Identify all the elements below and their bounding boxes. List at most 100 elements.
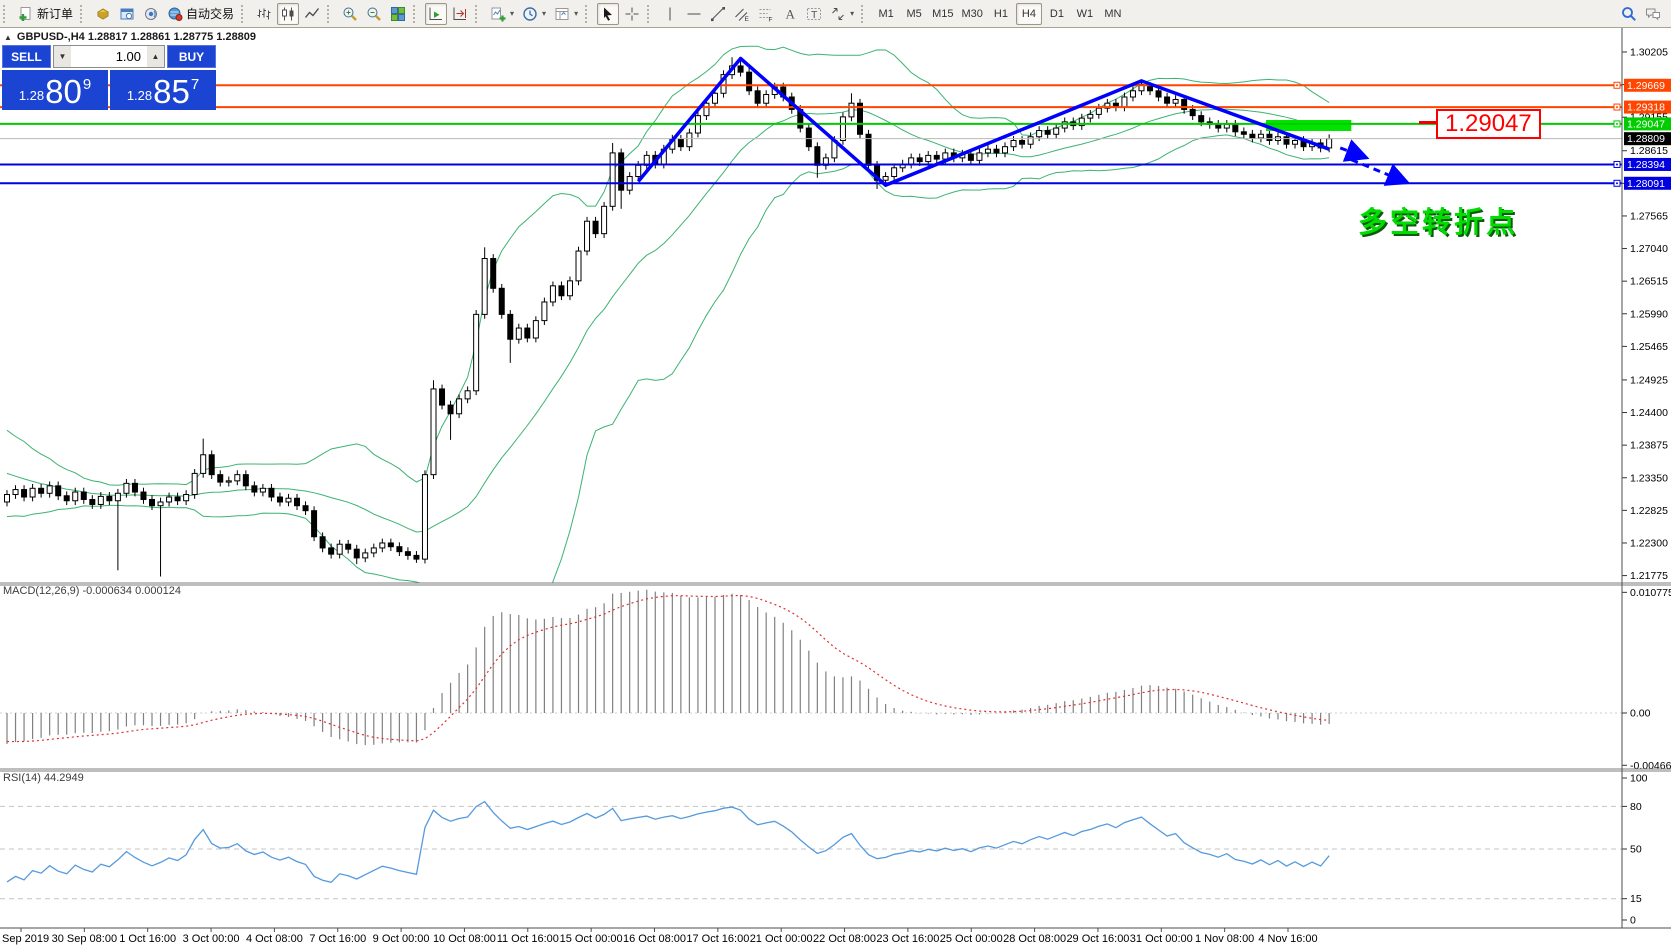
timeframe-toolbar: M1 M5 M15 M30 H1 H4 D1 W1 MN bbox=[858, 0, 1127, 27]
templates-button[interactable]: ▾ bbox=[551, 3, 581, 25]
toolbar-right bbox=[1617, 3, 1665, 25]
rsi-indicator-label: RSI(14) 44.2949 bbox=[3, 772, 84, 784]
dropdown-caret-icon[interactable]: ▾ bbox=[542, 9, 546, 18]
macd-indicator-label: MACD(12,26,9) -0.000634 0.000124 bbox=[3, 585, 181, 597]
vline-icon bbox=[662, 6, 678, 22]
svg-text:11 Oct 16:00: 11 Oct 16:00 bbox=[497, 933, 559, 945]
svg-text:15 Oct 00:00: 15 Oct 00:00 bbox=[560, 933, 623, 945]
crosshair-icon bbox=[624, 6, 640, 22]
signals-button[interactable] bbox=[140, 3, 162, 25]
svg-text:1.22300: 1.22300 bbox=[1630, 537, 1668, 549]
timeframe-m15-button[interactable]: M15 bbox=[929, 3, 956, 25]
horizontal-line-button[interactable] bbox=[683, 3, 705, 25]
timeframe-m5-button[interactable]: M5 bbox=[901, 3, 927, 25]
linechart-icon bbox=[304, 6, 320, 22]
tile-windows-button[interactable] bbox=[387, 3, 409, 25]
chat-button[interactable] bbox=[1642, 3, 1664, 25]
volume-value[interactable]: 1.00 bbox=[71, 46, 147, 67]
svg-text:1.29318: 1.29318 bbox=[1627, 102, 1665, 114]
crosshair-button[interactable] bbox=[621, 3, 643, 25]
text-label-button[interactable]: T bbox=[803, 3, 825, 25]
periods-button[interactable]: ▾ bbox=[519, 3, 549, 25]
fibo-icon: F bbox=[758, 6, 774, 22]
dropdown-caret-icon[interactable]: ▾ bbox=[850, 9, 854, 18]
mt4-window: 新订单 自动交易 ▾ ▾ ▾ E F A T ▾ M1 M5 M15 M30 H1 H4 D1 W1 MN ▲ G… bbox=[0, 0, 1671, 949]
timeframe-d1-button[interactable]: D1 bbox=[1044, 3, 1070, 25]
editor-icon bbox=[95, 6, 111, 22]
svg-text:1.28091: 1.28091 bbox=[1627, 178, 1665, 190]
trendline-button[interactable] bbox=[707, 3, 729, 25]
price-callout-tick bbox=[1419, 121, 1436, 124]
timeframe-w1-button[interactable]: W1 bbox=[1072, 3, 1098, 25]
volume-decrease-button[interactable]: ▼ bbox=[54, 46, 71, 67]
toolbar-grip bbox=[3, 4, 12, 23]
svg-text:0.010775: 0.010775 bbox=[1630, 587, 1671, 599]
svg-text:4 Nov 16:00: 4 Nov 16:00 bbox=[1258, 933, 1317, 945]
toolbar-grip bbox=[647, 4, 656, 23]
fibonacci-button[interactable]: F bbox=[755, 3, 777, 25]
text-button[interactable]: A bbox=[779, 3, 801, 25]
neworder-icon bbox=[18, 6, 34, 22]
search-button[interactable] bbox=[1618, 3, 1640, 25]
svg-text:1.28809: 1.28809 bbox=[1627, 133, 1665, 145]
symbol-ohlc-text: GBPUSD-,H4 1.28817 1.28861 1.28775 1.288… bbox=[16, 31, 257, 43]
line-chart-button[interactable] bbox=[301, 3, 323, 25]
window-icon bbox=[119, 6, 135, 22]
svg-text:1.26515: 1.26515 bbox=[1630, 276, 1668, 288]
symbol-header[interactable]: ▲ GBPUSD-,H4 1.28817 1.28861 1.28775 1.2… bbox=[4, 31, 256, 43]
svg-text:7 Sep 2019: 7 Sep 2019 bbox=[0, 933, 49, 945]
cursor-icon bbox=[600, 6, 616, 22]
buy-price[interactable]: 1.28 85 7 bbox=[110, 70, 216, 110]
svg-text:1.28615: 1.28615 bbox=[1630, 145, 1668, 157]
volume-increase-button[interactable]: ▲ bbox=[147, 46, 164, 67]
sell-price-big: 80 bbox=[45, 73, 82, 110]
cursor-button[interactable] bbox=[597, 2, 620, 25]
svg-text:1.27565: 1.27565 bbox=[1630, 210, 1668, 222]
timeframe-h4-button[interactable]: H4 bbox=[1015, 2, 1042, 25]
hline-icon bbox=[686, 6, 702, 22]
sell-price[interactable]: 1.28 80 9 bbox=[2, 70, 108, 110]
chart-canvas[interactable]: 1.302051.296801.291551.286151.280901.275… bbox=[0, 28, 1671, 949]
channel-icon: E bbox=[734, 6, 750, 22]
zoom-in-button[interactable] bbox=[339, 3, 361, 25]
timeframe-m1-button[interactable]: M1 bbox=[873, 3, 899, 25]
candle-chart-button[interactable] bbox=[277, 2, 300, 25]
sell-price-pip: 9 bbox=[82, 76, 92, 93]
dropdown-caret-icon[interactable]: ▾ bbox=[574, 9, 578, 18]
svg-text:23 Oct 16:00: 23 Oct 16:00 bbox=[876, 933, 939, 945]
bar-chart-button[interactable] bbox=[253, 3, 275, 25]
buy-price-prefix: 1.28 bbox=[126, 88, 153, 103]
clock-icon bbox=[522, 6, 538, 22]
volume-control: ▼ 1.00 ▲ bbox=[53, 45, 165, 68]
turning-point-annotation[interactable]: 多空转折点 bbox=[1358, 199, 1518, 241]
svg-text:1.28394: 1.28394 bbox=[1627, 159, 1665, 171]
svg-text:29 Oct 16:00: 29 Oct 16:00 bbox=[1066, 933, 1129, 945]
buy-button[interactable]: BUY bbox=[167, 45, 216, 68]
toolbar-grip bbox=[861, 4, 870, 23]
svg-text:A: A bbox=[786, 6, 796, 21]
metaeditor-button[interactable] bbox=[92, 3, 114, 25]
svg-text:30 Sep 08:00: 30 Sep 08:00 bbox=[52, 933, 117, 945]
sell-button[interactable]: SELL bbox=[2, 45, 51, 68]
vertical-line-button[interactable] bbox=[659, 3, 681, 25]
new-order-button[interactable]: 新订单 bbox=[15, 3, 76, 25]
svg-text:1.23350: 1.23350 bbox=[1630, 472, 1668, 484]
chat-icon bbox=[1645, 6, 1661, 22]
chart-window-button[interactable] bbox=[116, 3, 138, 25]
indicators-button[interactable]: ▾ bbox=[487, 3, 517, 25]
timeframe-m30-button[interactable]: M30 bbox=[959, 3, 986, 25]
arrows-button[interactable]: ▾ bbox=[827, 3, 857, 25]
timeframe-mn-button[interactable]: MN bbox=[1100, 3, 1126, 25]
timeframe-h1-button[interactable]: H1 bbox=[988, 3, 1014, 25]
dropdown-caret-icon[interactable]: ▾ bbox=[510, 9, 514, 18]
price-callout-box[interactable]: 1.29047 bbox=[1436, 109, 1541, 139]
svg-text:1.29669: 1.29669 bbox=[1627, 80, 1665, 92]
equidistant-channel-button[interactable]: E bbox=[731, 3, 753, 25]
chart-shift-button[interactable] bbox=[449, 3, 471, 25]
autotrading-button[interactable]: 自动交易 bbox=[164, 3, 237, 25]
zoom-out-button[interactable] bbox=[363, 3, 385, 25]
collapse-icon[interactable]: ▲ bbox=[4, 33, 12, 42]
svg-text:1.22825: 1.22825 bbox=[1630, 505, 1668, 517]
svg-text:0: 0 bbox=[1630, 915, 1636, 927]
auto-scroll-button[interactable] bbox=[425, 2, 448, 25]
